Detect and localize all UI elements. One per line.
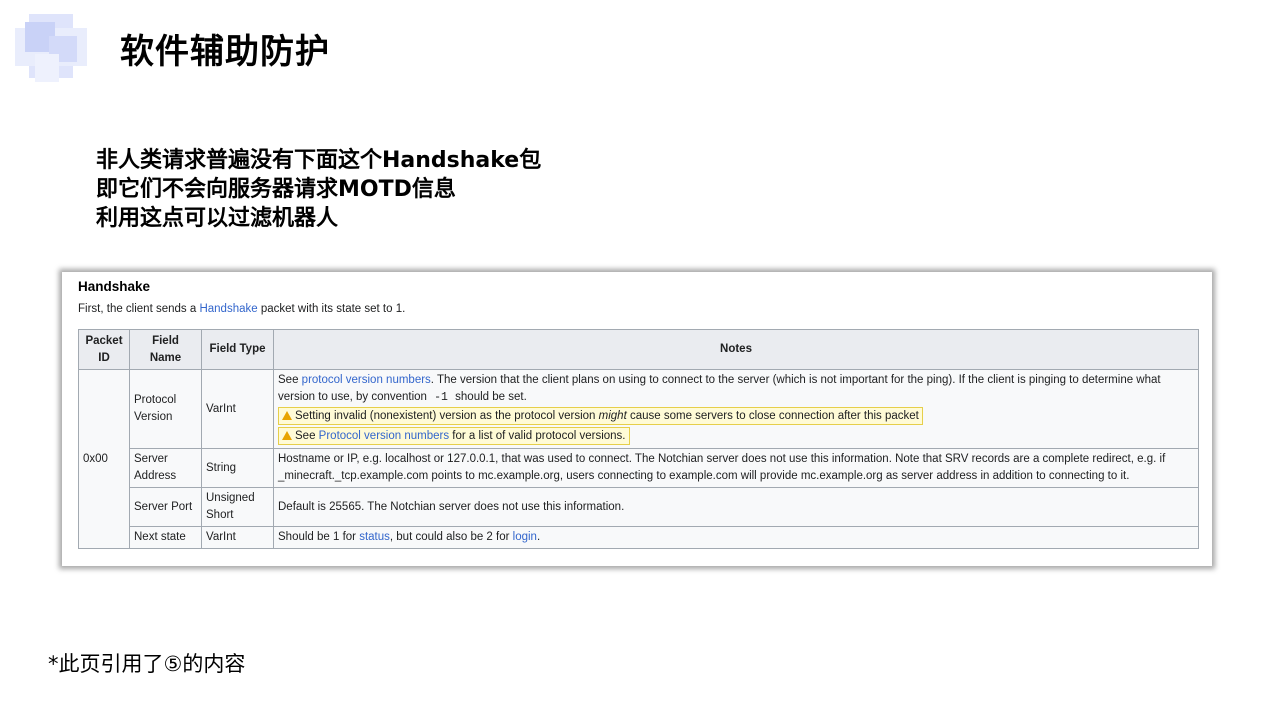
field-type-cell: String — [201, 448, 274, 488]
warning-emphasis: might — [598, 410, 627, 422]
notes-cell: Default is 25565. The Notchian server do… — [273, 487, 1199, 527]
notes-cell: Should be 1 for status, but could also b… — [273, 526, 1199, 549]
table-row: Next state VarInt Should be 1 for status… — [79, 526, 1199, 549]
bullet-line: 利用这点可以过滤机器人 — [96, 206, 339, 231]
field-type-cell: Unsigned Short — [201, 487, 274, 527]
field-type-cell: VarInt — [201, 369, 274, 449]
notes-text: Should be 1 for — [278, 531, 360, 543]
table-row: Server Port Unsigned Short Default is 25… — [79, 487, 1199, 527]
warning-box: Setting invalid (nonexistent) version as… — [278, 407, 923, 425]
notes-text: . — [536, 531, 541, 543]
field-type-cell: VarInt — [201, 526, 274, 549]
packet-id-cell: 0x00 — [78, 369, 130, 549]
table-row: Server Address String Hostname or IP, e.… — [79, 448, 1199, 488]
column-header-field-name: Field Name — [129, 329, 202, 370]
notes-text: See — [278, 374, 302, 386]
field-name-cell: Server Port — [129, 487, 202, 527]
warning-text: Setting invalid (nonexistent) version as… — [295, 410, 599, 422]
notes-text: should be set. — [451, 391, 527, 403]
notes-text: , but could also be 2 for — [389, 531, 513, 543]
handshake-heading: Handshake — [78, 279, 151, 294]
warning-box: See Protocol version numbers for a list … — [278, 427, 630, 445]
bullet-line: 非人类请求普遍没有下面这个Handshake包 — [96, 148, 542, 173]
warning-text: cause some servers to close connection a… — [626, 410, 919, 422]
bullet-list: 非人类请求普遍没有下面这个Handshake包 即它们不会向服务器请求MOTD信… — [96, 146, 541, 233]
field-name-cell: Server Address — [129, 448, 202, 488]
warning-text: See — [295, 430, 319, 442]
status-link[interactable]: status — [359, 531, 390, 543]
column-header-notes: Notes — [273, 329, 1199, 370]
field-name-cell: Protocol Version — [129, 369, 202, 449]
login-link[interactable]: login — [513, 531, 537, 543]
handshake-intro: First, the client sends a Handshake pack… — [78, 303, 405, 315]
intro-text: First, the client sends a — [78, 303, 200, 315]
field-name-cell: Next state — [129, 526, 202, 549]
intro-text-end: packet with its state set to 1. — [257, 303, 406, 315]
slide-title: 软件辅助防护 — [120, 32, 330, 72]
notes-cell: Hostname or IP, e.g. localhost or 127.0.… — [273, 448, 1199, 488]
warning-icon — [282, 431, 292, 440]
column-header-packet-id: Packet ID — [78, 329, 130, 370]
protocol-version-numbers-link[interactable]: protocol version numbers — [302, 374, 431, 386]
column-header-field-type: Field Type — [201, 329, 274, 370]
warning-text: for a list of valid protocol versions. — [449, 430, 626, 442]
handshake-link[interactable]: Handshake — [199, 303, 257, 315]
table-header-row: Packet ID Field Name Field Type Notes — [78, 329, 1199, 370]
convention-code: -1 — [430, 391, 452, 404]
slide-logo — [15, 14, 87, 86]
table-row: 0x00 Protocol Version VarInt See protoco… — [78, 369, 1199, 549]
notes-cell: See protocol version numbers. The versio… — [273, 369, 1199, 449]
bullet-line: 即它们不会向服务器请求MOTD信息 — [96, 177, 456, 202]
warning-icon — [282, 411, 292, 420]
protocol-version-numbers-link-2[interactable]: Protocol version numbers — [319, 430, 449, 442]
packet-table: Packet ID Field Name Field Type Notes 0x… — [78, 329, 1199, 549]
slide-footnote: *此页引用了⑤的内容 — [48, 652, 246, 676]
handshake-screenshot: Handshake First, the client sends a Hand… — [62, 272, 1212, 566]
